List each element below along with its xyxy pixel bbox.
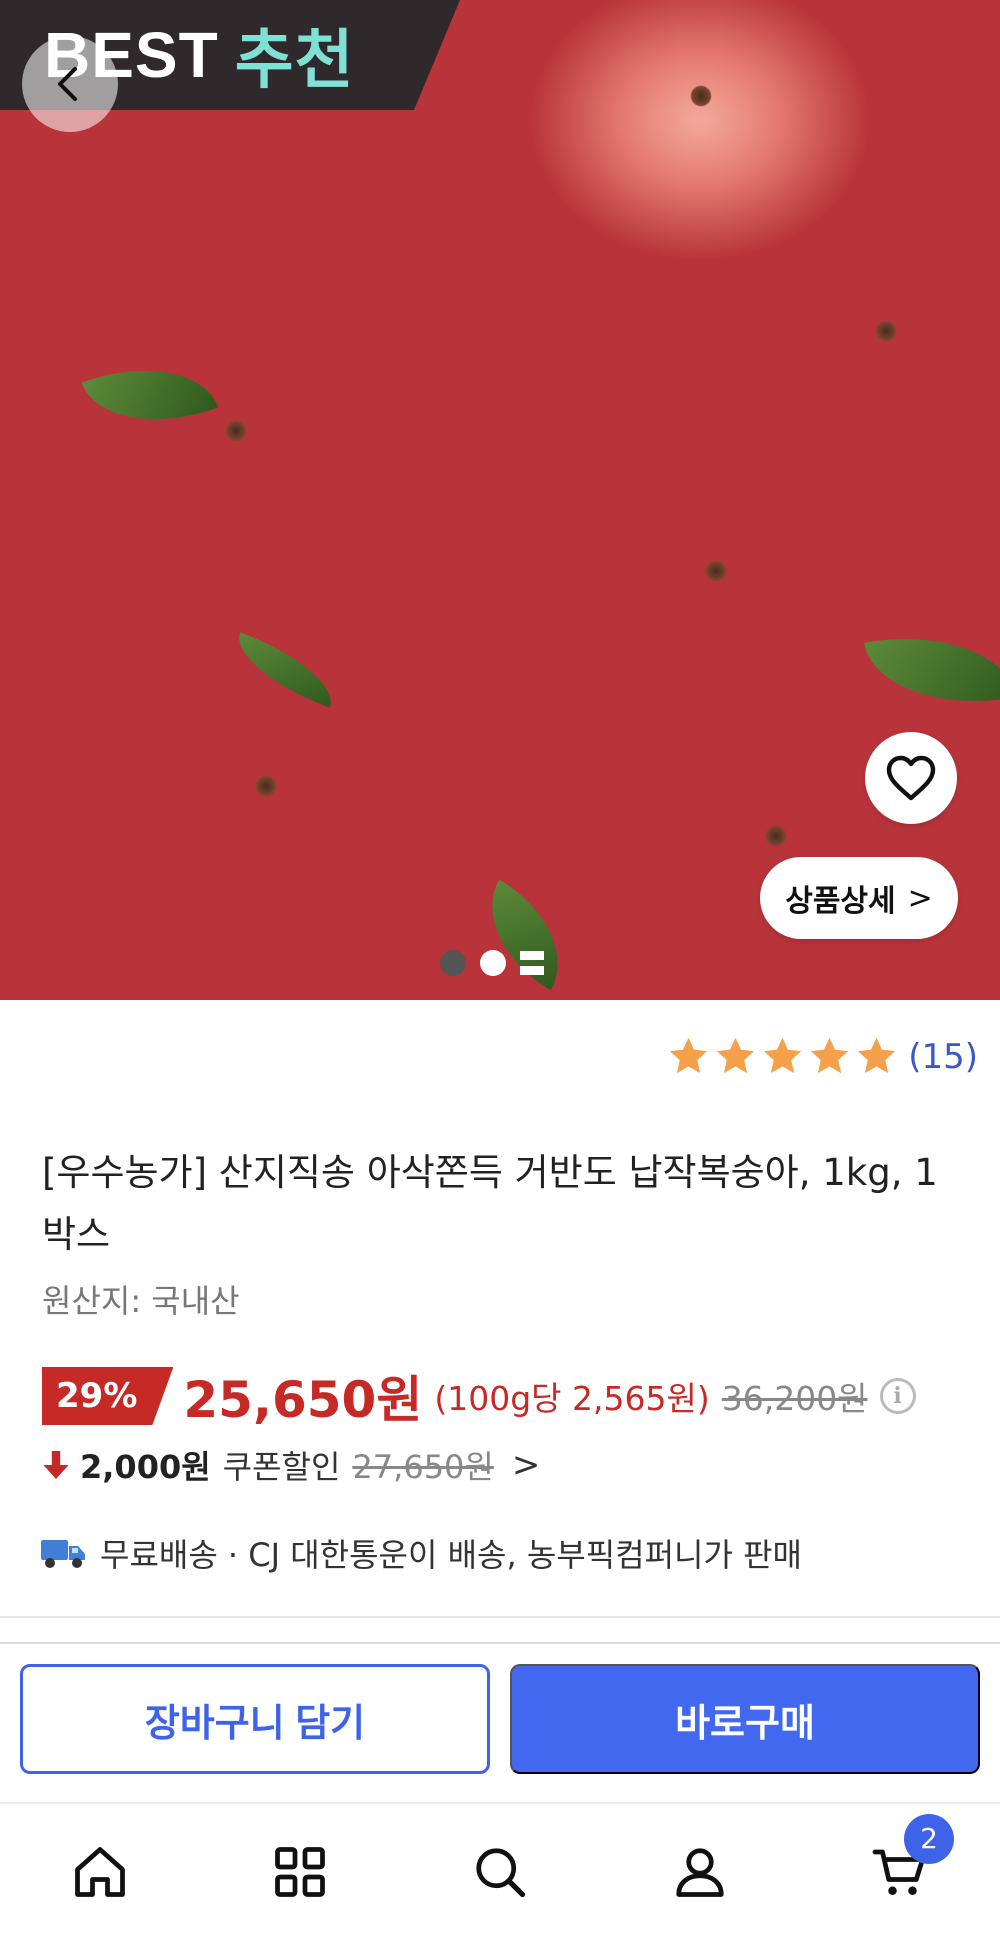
leaf-decoration — [81, 341, 219, 449]
chevron-right-icon: > — [907, 880, 933, 916]
back-button[interactable] — [22, 36, 118, 132]
nav-home[interactable] — [60, 1832, 140, 1912]
nav-category[interactable] — [260, 1832, 340, 1912]
category-icon — [275, 1846, 325, 1897]
price-row: 29% 25,650원 (100g당 2,565원) 36,200원 i — [42, 1366, 916, 1429]
product-detail-page: BEST 추천 상품상세 > (15) [우수농가] 산지직송 아삭쫀득 거반도… — [0, 0, 1000, 1939]
carousel-dot-active[interactable] — [480, 950, 506, 976]
star-icon — [764, 1037, 802, 1074]
banner-recommend-text: 추천 — [234, 24, 355, 98]
discount-badge: 29% — [42, 1367, 174, 1425]
peach-stem — [225, 420, 247, 442]
coupon-discount-row[interactable]: 2,000원 쿠폰할인 27,650원 > — [42, 1440, 540, 1490]
star-rating — [667, 1035, 898, 1078]
section-divider — [0, 1616, 1000, 1618]
star-icon — [858, 1037, 896, 1074]
shipping-text: 무료배송 · CJ 대한통운이 배송, 농부픽컴퍼니가 판매 — [100, 1536, 802, 1574]
rating[interactable]: (15) — [667, 1035, 978, 1078]
info-icon[interactable]: i — [879, 1378, 916, 1414]
home-icon — [75, 1846, 125, 1897]
nav-my-page[interactable] — [660, 1832, 740, 1912]
arrow-down-icon — [43, 1451, 69, 1479]
chevron-right-icon: > — [511, 1445, 541, 1485]
pause-icon[interactable] — [520, 951, 544, 975]
leaf-decoration — [864, 618, 1000, 722]
product-title: [우수농가] 산지직송 아삭쫀득 거반도 납작복숭아, 1kg, 1박스 — [42, 1151, 938, 1256]
star-icon — [670, 1037, 708, 1074]
star-icon — [717, 1037, 755, 1074]
review-count[interactable]: (15) — [908, 1037, 978, 1077]
my-page-icon — [676, 1847, 724, 1897]
peach-stem — [705, 560, 727, 582]
buy-now-button[interactable]: 바로구매 — [510, 1664, 980, 1774]
original-price: 36,200원 — [721, 1379, 868, 1418]
carousel-indicator[interactable] — [440, 950, 544, 976]
product-detail-button[interactable]: 상품상세 > — [760, 857, 958, 939]
nav-cart[interactable]: 2 — [860, 1813, 954, 1912]
sale-price: 25,650원 — [183, 1371, 423, 1429]
coupon-original-price: 27,650원 — [352, 1448, 494, 1486]
wishlist-button[interactable] — [865, 732, 957, 824]
truck-icon — [41, 1540, 85, 1568]
star-icon — [811, 1037, 849, 1074]
add-to-cart-button[interactable]: 장바구니 담기 — [20, 1664, 490, 1774]
cart-count-badge: 2 — [904, 1813, 954, 1864]
section-divider — [0, 1642, 1000, 1644]
leaf-decoration — [226, 632, 344, 708]
unit-price: (100g당 2,565원) — [434, 1379, 710, 1418]
bottom-navigation: 2 — [0, 1802, 1000, 1939]
peach-stem — [690, 85, 712, 107]
coupon-label: 쿠폰할인 — [222, 1448, 341, 1486]
search-icon — [476, 1847, 526, 1897]
carousel-dot[interactable] — [440, 950, 466, 976]
product-detail-label: 상품상세 — [785, 884, 896, 919]
chevron-left-icon — [58, 67, 77, 101]
coupon-amount: 2,000원 — [80, 1448, 211, 1486]
peach-stem — [765, 825, 787, 847]
shipping-info: 무료배송 · CJ 대한통운이 배송, 농부픽컴퍼니가 판매 — [40, 1528, 802, 1578]
heart-icon — [886, 755, 936, 801]
peach-stem — [255, 775, 277, 797]
product-origin: 원산지: 국내산 — [42, 1282, 240, 1320]
product-image[interactable]: BEST 추천 상품상세 > — [0, 0, 1000, 1000]
nav-search[interactable] — [460, 1832, 540, 1912]
peach-stem — [875, 320, 897, 342]
